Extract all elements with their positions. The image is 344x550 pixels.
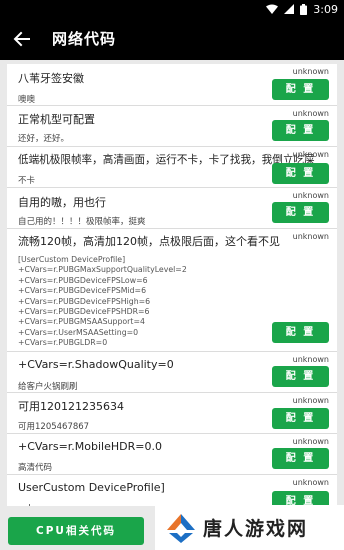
item-subtitle: 高清代码 [18, 463, 53, 473]
item-subtitle: 不卡 [18, 176, 36, 186]
item-title: +CVars=r.MobileHDR=0.0 [18, 440, 162, 453]
item-title: 八苇牙签安徽 [18, 72, 84, 85]
page-title: 网络代码 [52, 30, 117, 48]
code-list[interactable]: 八苇牙签安徽 unknown 噢噢 配 置 正常机型可配置 unknown 还好… [7, 64, 337, 506]
watermark-text: 唐人游戏网 [203, 518, 309, 540]
list-item[interactable]: 自用的嗷，用也行 unknown 自己用的！！！！极限帧率，挺爽 配 置 [7, 188, 337, 229]
list-item[interactable]: UserCustom DeviceProfile] unknown gvbgg … [7, 475, 337, 506]
item-tag: unknown [292, 109, 329, 118]
item-tag: unknown [292, 355, 329, 364]
list-item[interactable]: 正常机型可配置 unknown 还好，还好。 配 置 [7, 106, 337, 147]
item-subtitle: 噢噢 [18, 95, 36, 105]
item-subtitle: 给客户火锅刷刷 [18, 382, 78, 392]
item-title: +CVars=r.ShadowQuality=0 [18, 358, 174, 371]
item-tag: unknown [292, 191, 329, 200]
item-title: 自用的嗷，用也行 [18, 196, 106, 209]
watermark: 唐人游戏网 [155, 505, 344, 550]
item-title: 正常机型可配置 [18, 113, 95, 126]
app-bar: 网络代码 [0, 18, 344, 60]
configure-button[interactable]: 配 置 [272, 163, 329, 184]
item-tag: unknown [292, 437, 329, 446]
configure-button[interactable]: 配 置 [272, 448, 329, 469]
configure-button[interactable]: 配 置 [272, 202, 329, 223]
item-subtitle: 还好，还好。 [18, 134, 70, 144]
cpu-code-button[interactable]: CPU相关代码 [8, 517, 144, 545]
list-item[interactable]: 八苇牙签安徽 unknown 噢噢 配 置 [7, 64, 337, 106]
item-subtitle: 自己用的！！！！极限帧率，挺爽 [18, 217, 146, 227]
signal-icon [284, 4, 295, 14]
configure-button[interactable]: 配 置 [272, 79, 329, 100]
list-item[interactable]: +CVars=r.ShadowQuality=0 unknown 给客户火锅刷刷… [7, 352, 337, 393]
item-subtitle: gvbgg [18, 504, 45, 506]
status-bar: 3:09 [0, 0, 344, 18]
item-tag: unknown [292, 232, 329, 241]
configure-button[interactable]: 配 置 [272, 491, 329, 506]
configure-button[interactable]: 配 置 [272, 120, 329, 141]
item-title: 流畅120帧，高清加120帧，点极限后面，这个看不见 [18, 235, 280, 248]
item-title: UserCustom DeviceProfile] [18, 481, 165, 494]
item-title: 低端机极限帧率，高清画面，运行不卡，卡了找我，我倒立吃屎 [18, 154, 315, 166]
item-tag: unknown [292, 396, 329, 405]
configure-button[interactable]: 配 置 [272, 408, 329, 429]
list-item[interactable]: 低端机极限帧率，高清画面，运行不卡，卡了找我，我倒立吃屎 unknown 不卡 … [7, 147, 337, 188]
configure-button[interactable]: 配 置 [272, 366, 329, 387]
list-item[interactable]: +CVars=r.MobileHDR=0.0 unknown 高清代码 配 置 [7, 434, 337, 475]
list-item[interactable]: 可用120121235634 unknown 可用1205467867 配 置 [7, 393, 337, 434]
configure-button[interactable]: 配 置 [272, 322, 329, 343]
item-title: 可用120121235634 [18, 400, 124, 413]
wifi-icon [266, 4, 279, 14]
list-item[interactable]: 流畅120帧，高清加120帧，点极限后面，这个看不见 unknown [User… [7, 229, 337, 352]
item-tag: unknown [292, 150, 329, 159]
watermark-logo-icon [167, 513, 195, 543]
item-code: [UserCustom DeviceProfile] +CVars=r.PUBG… [18, 255, 187, 348]
item-tag: unknown [292, 67, 329, 76]
item-subtitle: 可用1205467867 [18, 422, 90, 432]
status-time: 3:09 [313, 2, 338, 16]
item-tag: unknown [292, 478, 329, 487]
battery-icon [300, 3, 308, 15]
back-arrow-icon[interactable] [12, 29, 32, 49]
